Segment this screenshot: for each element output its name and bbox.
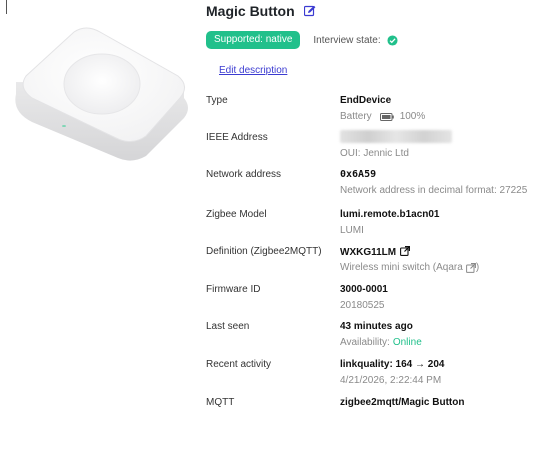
interview-label: Interview state: xyxy=(313,34,381,46)
mqtt-label: MQTT xyxy=(206,397,235,408)
status-row: Supported: native Interview state: xyxy=(206,31,398,49)
recent-activity-label: Recent activity xyxy=(206,359,272,370)
device-image xyxy=(15,27,189,161)
network-label: Network address xyxy=(206,169,282,180)
ieee-oui: OUI: Jennic Ltd xyxy=(340,148,409,159)
power-source: Battery 100% xyxy=(340,111,425,122)
definition-description: Wireless mini switch (Aqara ) xyxy=(340,262,479,273)
network-decimal: Network address in decimal format: 27225 xyxy=(340,185,528,196)
network-value: 0x6A59 xyxy=(340,169,377,180)
firmware-label: Firmware ID xyxy=(206,284,261,295)
definition-description-text: Wireless mini switch (Aqara xyxy=(340,262,463,273)
left-divider xyxy=(6,0,7,14)
power-source-label: Battery xyxy=(340,111,372,122)
ieee-label: IEEE Address xyxy=(206,132,268,143)
definition-description-close: ) xyxy=(475,262,480,273)
battery-icon xyxy=(379,112,394,121)
battery-level: 100% xyxy=(399,111,426,122)
external-link-icon[interactable] xyxy=(465,262,476,273)
definition-label: Definition (Zigbee2MQTT) xyxy=(206,246,322,257)
check-circle-icon xyxy=(387,34,398,46)
device-title: Magic Button xyxy=(206,3,295,19)
manufacturer: LUMI xyxy=(340,225,364,236)
last-seen-label: Last seen xyxy=(206,321,250,332)
type-label: Type xyxy=(206,95,228,106)
model-label: Zigbee Model xyxy=(206,209,267,220)
definition-value: WXKG11LM xyxy=(340,246,411,258)
availability: Availability: Online xyxy=(340,337,422,348)
type-value: EndDevice xyxy=(340,95,392,106)
model-value: lumi.remote.b1acn01 xyxy=(340,209,440,220)
mqtt-topic: zigbee2mqtt/Magic Button xyxy=(340,397,465,408)
firmware-date: 20180525 xyxy=(340,300,385,311)
ieee-value-redacted xyxy=(340,130,452,143)
availability-status: Online xyxy=(392,337,422,348)
last-seen-value: 43 minutes ago xyxy=(340,321,413,332)
definition-model-link[interactable]: WXKG11LM xyxy=(340,247,396,258)
edit-icon[interactable] xyxy=(303,5,316,17)
firmware-value: 3000-0001 xyxy=(340,284,388,295)
supported-badge: Supported: native xyxy=(206,31,301,49)
interview-state: Interview state: xyxy=(313,34,398,46)
recent-activity-value: linkquality: 164 → 204 xyxy=(340,359,445,370)
title-row: Magic Button xyxy=(206,3,316,19)
availability-label: Availability: xyxy=(340,337,390,348)
recent-activity-time: 4/21/2026, 2:22:44 PM xyxy=(340,375,442,386)
edit-description-link[interactable]: Edit description xyxy=(219,65,287,76)
external-link-icon[interactable] xyxy=(400,246,411,256)
